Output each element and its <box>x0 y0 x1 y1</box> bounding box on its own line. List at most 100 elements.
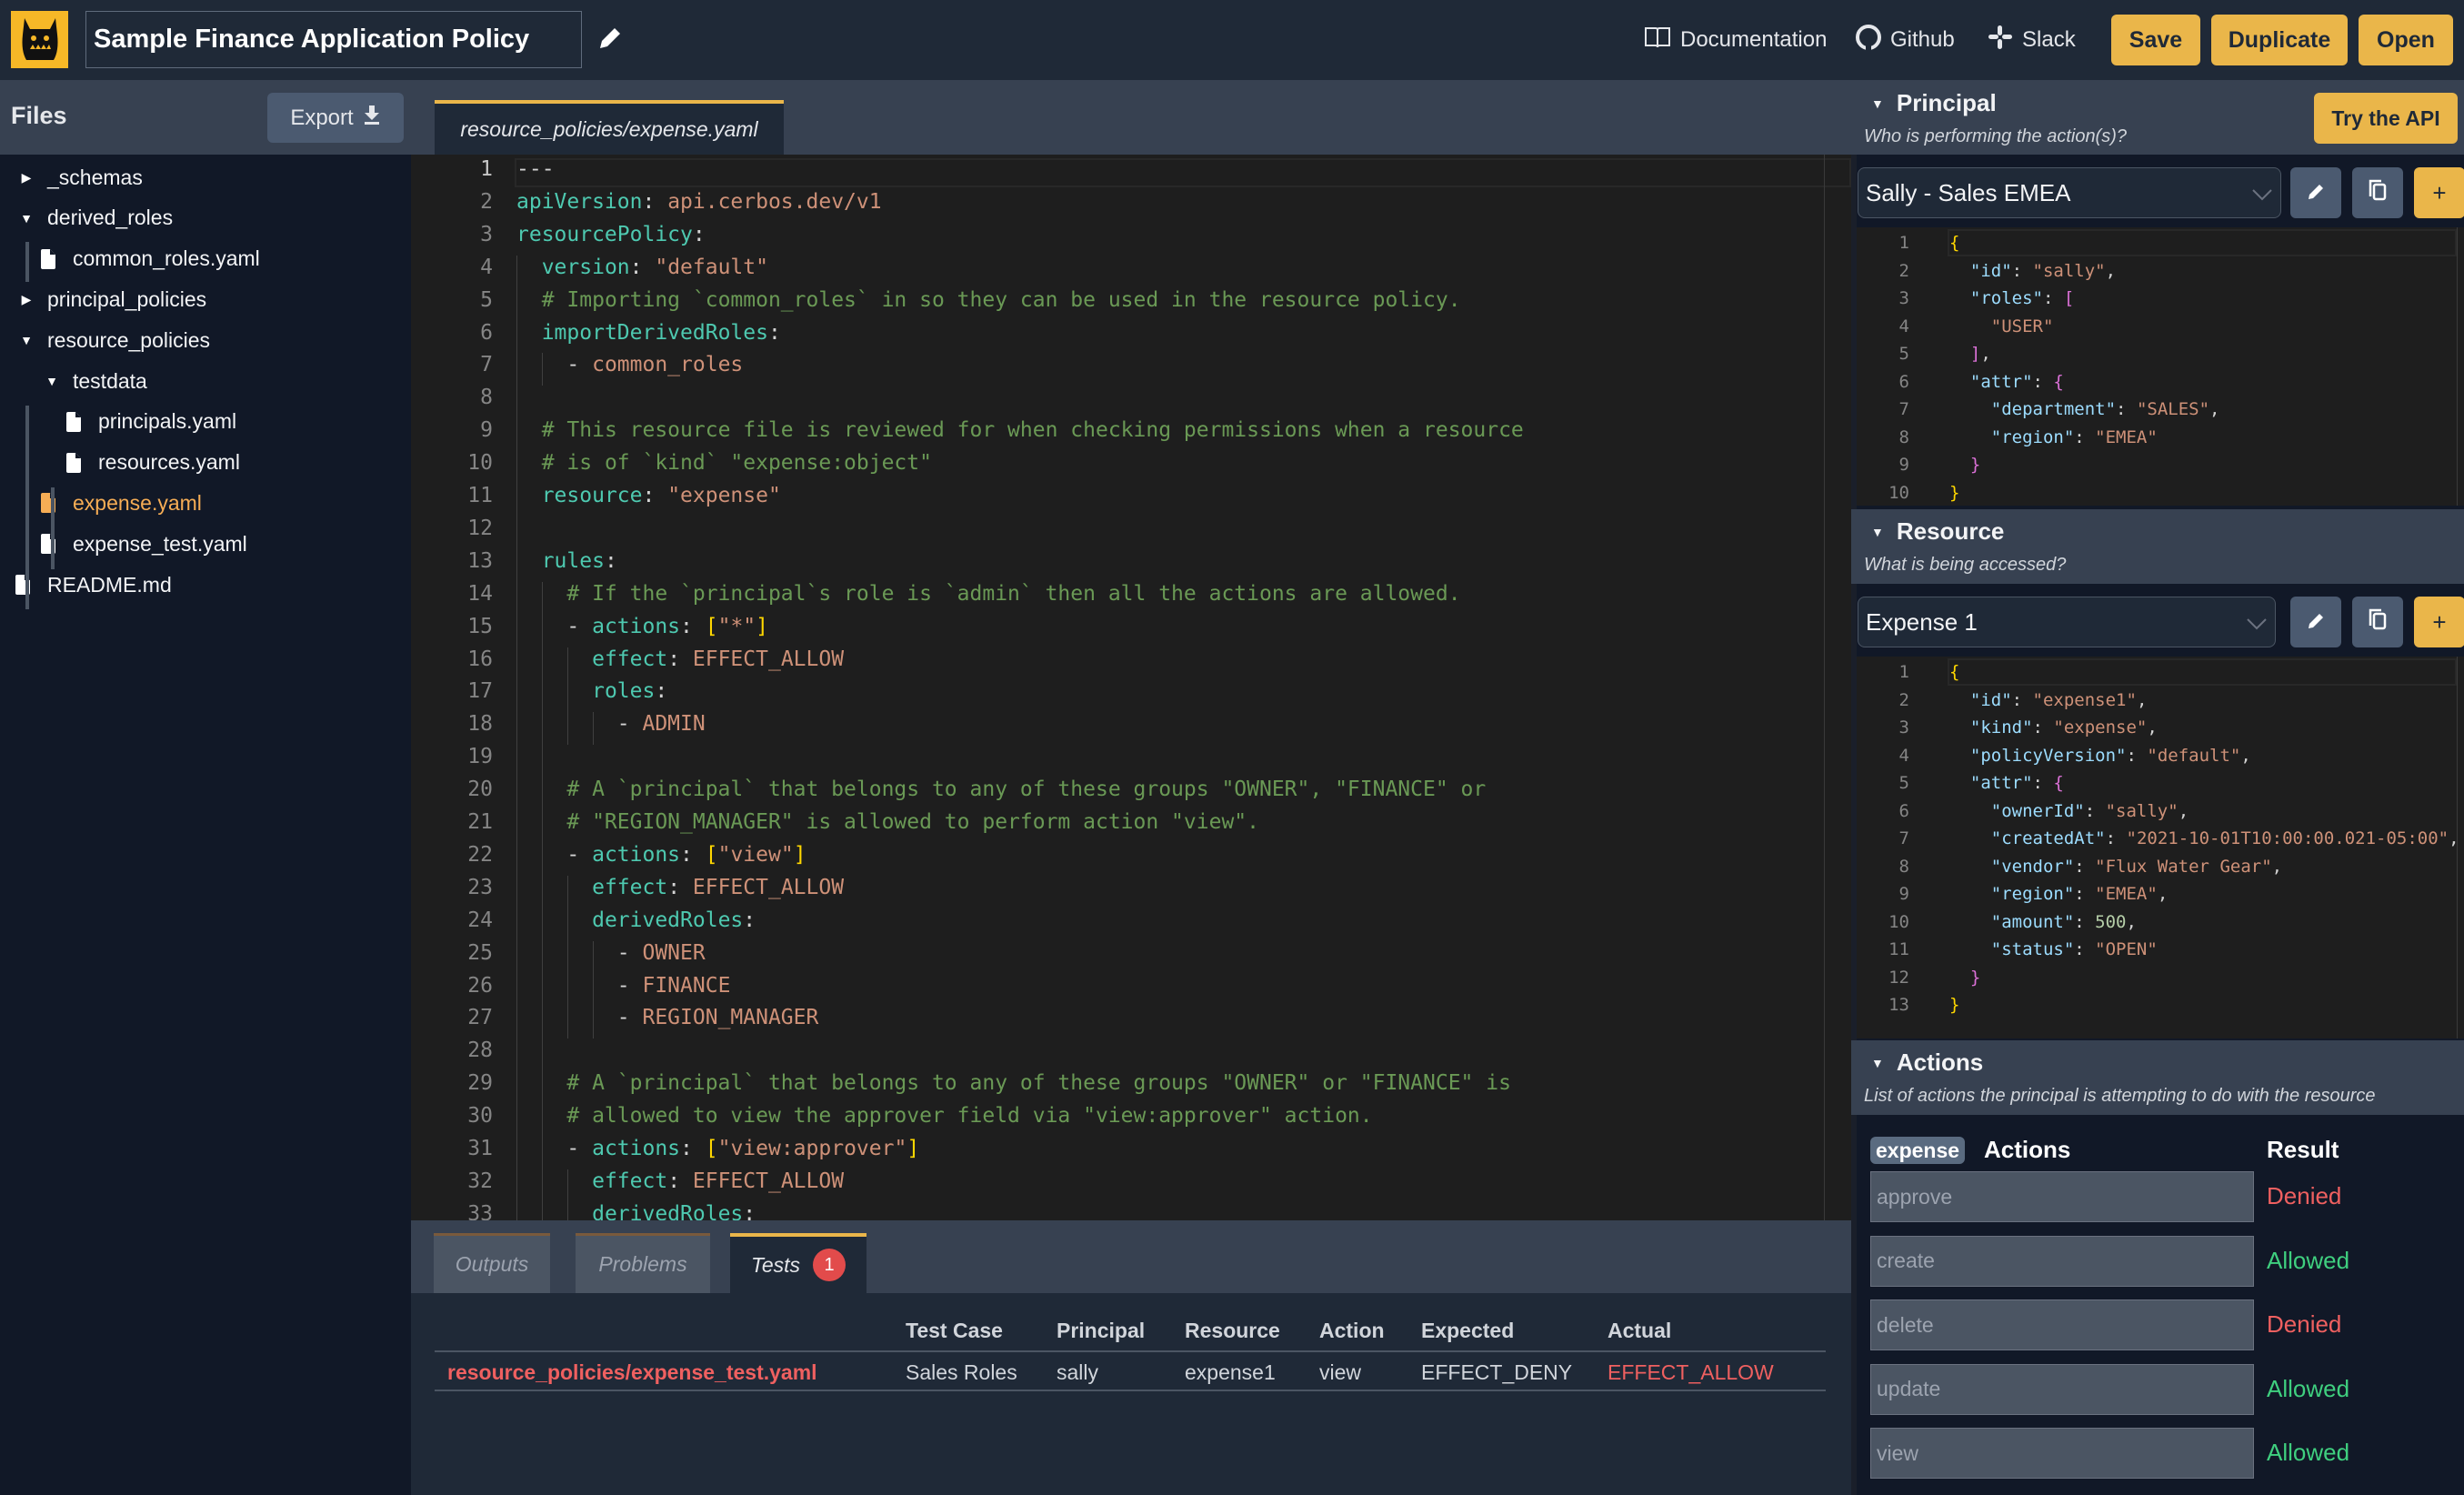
github-label: Github <box>1890 27 1955 52</box>
action-input-create[interactable]: create <box>1870 1235 2254 1287</box>
indent-guide <box>516 255 517 1220</box>
tree-item-label: expense_test.yaml <box>73 531 247 556</box>
col-action: Action <box>1319 1319 1385 1342</box>
tree-folder[interactable]: ▼ derived_roles <box>16 198 173 238</box>
action-input-approve[interactable]: approve <box>1870 1171 2254 1222</box>
copy-resource-button[interactable] <box>2352 597 2403 647</box>
line-number: 26 <box>467 973 493 998</box>
line-number: 28 <box>467 1038 493 1063</box>
json-line: } <box>1949 482 1960 503</box>
line-number: 4 <box>1898 316 1909 336</box>
cell-principal: sally <box>1057 1360 1099 1384</box>
cerbos-logo-icon[interactable] <box>11 11 68 68</box>
tab-problems[interactable]: Problems <box>576 1233 710 1293</box>
github-link[interactable]: Github <box>1856 24 1955 56</box>
indent-guide <box>567 1169 568 1220</box>
line-number: 9 <box>480 418 493 443</box>
code-line: - actions: ["view"] <box>516 842 806 867</box>
resource-title-text: Resource <box>1896 517 2005 545</box>
json-editor-scrollbar[interactable] <box>2457 227 2458 506</box>
caret-right-icon: ▶ <box>21 291 32 306</box>
active-line-highlight <box>1948 658 2457 686</box>
download-icon <box>363 104 381 132</box>
principal-select[interactable]: Sally - Sales EMEA <box>1858 167 2281 218</box>
line-number: 23 <box>467 875 493 899</box>
add-principal-button[interactable]: + <box>2414 167 2464 218</box>
resource-kind-badge: expense <box>1870 1137 1966 1164</box>
tree-file[interactable]: common_roles.yaml <box>38 239 260 279</box>
caret-down-icon: ▼ <box>1871 95 1884 111</box>
action-result-update: Allowed <box>2267 1374 2350 1402</box>
add-resource-button[interactable]: + <box>2414 597 2464 647</box>
principal-title[interactable]: ▼ Principal <box>1871 89 1997 117</box>
editor-tab-expense-yaml[interactable]: resource_policies/expense.yaml <box>435 100 784 155</box>
line-number: 2 <box>1898 260 1909 281</box>
duplicate-button[interactable]: Duplicate <box>2211 15 2348 65</box>
tree-file[interactable]: principals.yaml <box>64 402 236 442</box>
copy-principal-button[interactable] <box>2352 167 2403 218</box>
edit-title-button[interactable] <box>595 24 624 56</box>
json-line: } <box>1969 455 1981 475</box>
principal-subtitle: Who is performing the action(s)? <box>1864 126 2128 146</box>
code-line: importDerivedRoles: <box>541 320 781 345</box>
json-line: "createdAt": "2021-10-01T10:00:00.021-05… <box>1990 828 2459 848</box>
line-number: 33 <box>467 1201 493 1220</box>
tree-folder[interactable]: ▶ _schemas <box>16 157 143 197</box>
actions-title[interactable]: ▼ Actions <box>1871 1049 1983 1077</box>
code-line: - ADMIN <box>516 712 706 737</box>
line-number: 7 <box>480 353 493 377</box>
col-resource: Resource <box>1185 1319 1280 1342</box>
file-icon <box>64 411 84 433</box>
tree-folder[interactable]: ▼ testdata <box>42 361 147 401</box>
tree-indent-guide <box>25 406 29 609</box>
tab-outputs[interactable]: Outputs <box>434 1233 550 1293</box>
pencil-icon <box>2307 179 2325 207</box>
action-input-view[interactable]: view <box>1870 1428 2254 1479</box>
tree-folder[interactable]: ▶ principal_policies <box>16 279 207 319</box>
action-input-delete[interactable]: delete <box>1870 1299 2254 1350</box>
edit-principal-button[interactable] <box>2290 167 2341 218</box>
tree-folder[interactable]: ▼ resource_policies <box>16 320 210 360</box>
save-button[interactable]: Save <box>2111 15 2200 65</box>
tree-file[interactable]: resources.yaml <box>64 443 240 483</box>
principal-json-editor[interactable]: 1{2 "id": "sally", 3 "roles": [4 "USER" 5 … <box>1857 227 2464 506</box>
code-line: - FINANCE <box>516 973 731 998</box>
tree-file[interactable]: expense_test.yaml <box>38 524 247 564</box>
code-line: - REGION_MANAGER <box>516 1006 819 1030</box>
tree-file[interactable]: expense.yaml <box>38 483 202 523</box>
json-editor-scrollbar[interactable] <box>2457 657 2458 1038</box>
documentation-link[interactable]: Documentation <box>1644 24 1827 56</box>
copy-icon <box>2368 607 2388 637</box>
project-title-field[interactable]: Sample Finance Application Policy <box>85 11 582 68</box>
resource-select-value: Expense 1 <box>1866 607 1978 636</box>
line-number: 8 <box>480 386 493 410</box>
tab-tests-label: Tests <box>750 1252 801 1277</box>
actions-title-text: Actions <box>1896 1049 1984 1076</box>
tab-problems-label: Problems <box>598 1252 687 1276</box>
tree-indent-guide <box>25 242 29 282</box>
line-number: 3 <box>1898 717 1909 737</box>
resource-title[interactable]: ▼ Resource <box>1871 517 2004 546</box>
json-line: "ownerId": "sally", <box>1990 800 2189 821</box>
code-line: # is of `kind` "expense:object" <box>541 451 932 476</box>
test-file-link[interactable]: resource_policies/expense_test.yaml <box>447 1360 817 1385</box>
tab-tests[interactable]: Tests 1 <box>730 1233 866 1293</box>
line-number: 4 <box>480 255 493 279</box>
action-input-update[interactable]: update <box>1870 1363 2254 1415</box>
resource-select[interactable]: Expense 1 <box>1858 597 2276 647</box>
code-editor[interactable]: 1 2 3 4 5 6 7 8 9 10 11 12 13 14 15 16 17 18 19 20 21 22 23 24 2… <box>411 155 1851 1220</box>
col-expected: Expected <box>1421 1319 1515 1342</box>
resource-json-editor[interactable]: 1 {2 "id": "expense1", 3 "kind": "expense"… <box>1857 657 2464 1038</box>
indent-guide <box>593 712 594 746</box>
plus-icon: + <box>2432 607 2447 636</box>
file-icon <box>38 492 58 514</box>
open-button[interactable]: Open <box>2359 15 2453 65</box>
slack-link[interactable]: Slack <box>1988 24 2076 56</box>
line-number: 1 <box>1898 233 1909 253</box>
edit-resource-button[interactable] <box>2290 597 2341 647</box>
editor-scrollbar[interactable] <box>1824 155 1825 1220</box>
try-the-api-button[interactable]: Try the API <box>2314 93 2458 144</box>
export-button[interactable]: Export <box>267 93 404 143</box>
tree-file[interactable]: README.md <box>13 565 172 605</box>
line-number: 21 <box>467 810 493 834</box>
